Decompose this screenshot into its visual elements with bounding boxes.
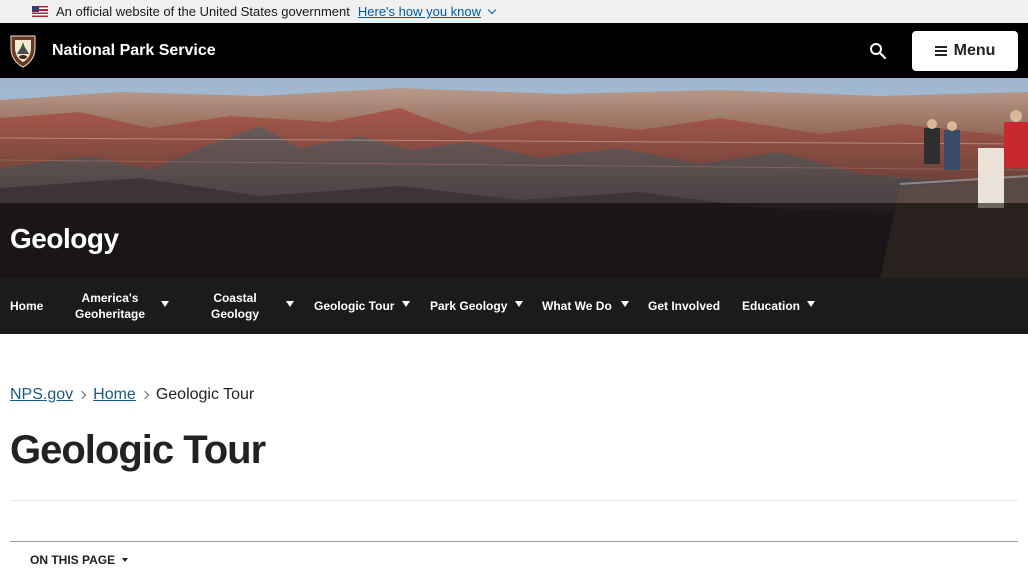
search-icon[interactable] <box>866 39 890 63</box>
nav-item-label: Geologic Tour <box>314 299 395 313</box>
nav-item-label: What We Do <box>542 299 612 313</box>
chevron-right-icon <box>140 390 150 400</box>
nav-item-what-we-do[interactable]: What We Do <box>542 278 612 334</box>
caret-down-icon[interactable] <box>621 301 629 307</box>
nav-item-label: Coastal Geology <box>210 291 259 321</box>
chevron-right-icon <box>77 390 87 400</box>
nav-item-label: Get Involved <box>648 299 721 313</box>
heres-how-you-know-link[interactable]: Here's how you know <box>358 4 481 19</box>
on-this-page-toggle[interactable]: ON THIS PAGE <box>30 553 129 567</box>
section-nav: Home America's Geoheritage Coastal Geolo… <box>0 278 1028 334</box>
divider <box>10 500 1018 501</box>
nav-item-label: Home <box>10 299 44 313</box>
nav-item-label: America's Geoheritage <box>74 291 146 321</box>
nav-item-geologic-tour[interactable]: Geologic Tour <box>314 278 394 334</box>
nav-item-home[interactable]: Home <box>10 278 43 334</box>
menu-button[interactable]: Menu <box>912 31 1018 71</box>
menu-button-label: Menu <box>953 42 996 59</box>
nps-arrowhead-logo-icon[interactable] <box>9 34 37 68</box>
nav-item-label: Park Geology <box>430 299 508 313</box>
gov-banner-text: An official website of the United States… <box>56 4 350 19</box>
caret-down-icon[interactable] <box>402 301 410 307</box>
breadcrumb-link-nps[interactable]: NPS.gov <box>10 386 73 404</box>
caret-down-icon <box>122 558 129 562</box>
on-this-page-label: ON THIS PAGE <box>30 553 116 567</box>
hero-banner: Geology <box>0 78 1028 278</box>
hero-title[interactable]: Geology <box>10 223 119 255</box>
gov-banner: An official website of the United States… <box>0 0 1028 23</box>
us-flag-icon <box>32 6 48 17</box>
nav-item-coastal-geology[interactable]: Coastal Geology <box>200 278 270 334</box>
breadcrumb-link-home[interactable]: Home <box>93 386 136 404</box>
divider <box>10 541 1018 542</box>
caret-down-icon[interactable] <box>286 301 294 307</box>
nav-item-education[interactable]: Education <box>742 278 800 334</box>
nav-item-park-geology[interactable]: Park Geology <box>430 278 507 334</box>
caret-down-icon[interactable] <box>807 301 815 307</box>
caret-down-icon[interactable] <box>161 301 169 307</box>
hero-title-band <box>0 203 1028 278</box>
breadcrumb-current: Geologic Tour <box>155 386 255 403</box>
nav-item-americas-geoheritage[interactable]: America's Geoheritage <box>68 278 152 334</box>
breadcrumb: NPS.gov Home Geologic Tour <box>10 386 254 404</box>
hamburger-icon <box>934 46 947 56</box>
caret-down-icon[interactable] <box>515 301 523 307</box>
chevron-down-icon[interactable] <box>487 5 497 15</box>
site-name-link[interactable]: National Park Service <box>52 42 216 60</box>
site-header: National Park Service Menu <box>0 23 1028 78</box>
nav-item-label: Education <box>742 299 801 313</box>
nav-item-get-involved[interactable]: Get Involved <box>648 278 720 334</box>
page-title: Geologic Tour <box>10 428 266 472</box>
